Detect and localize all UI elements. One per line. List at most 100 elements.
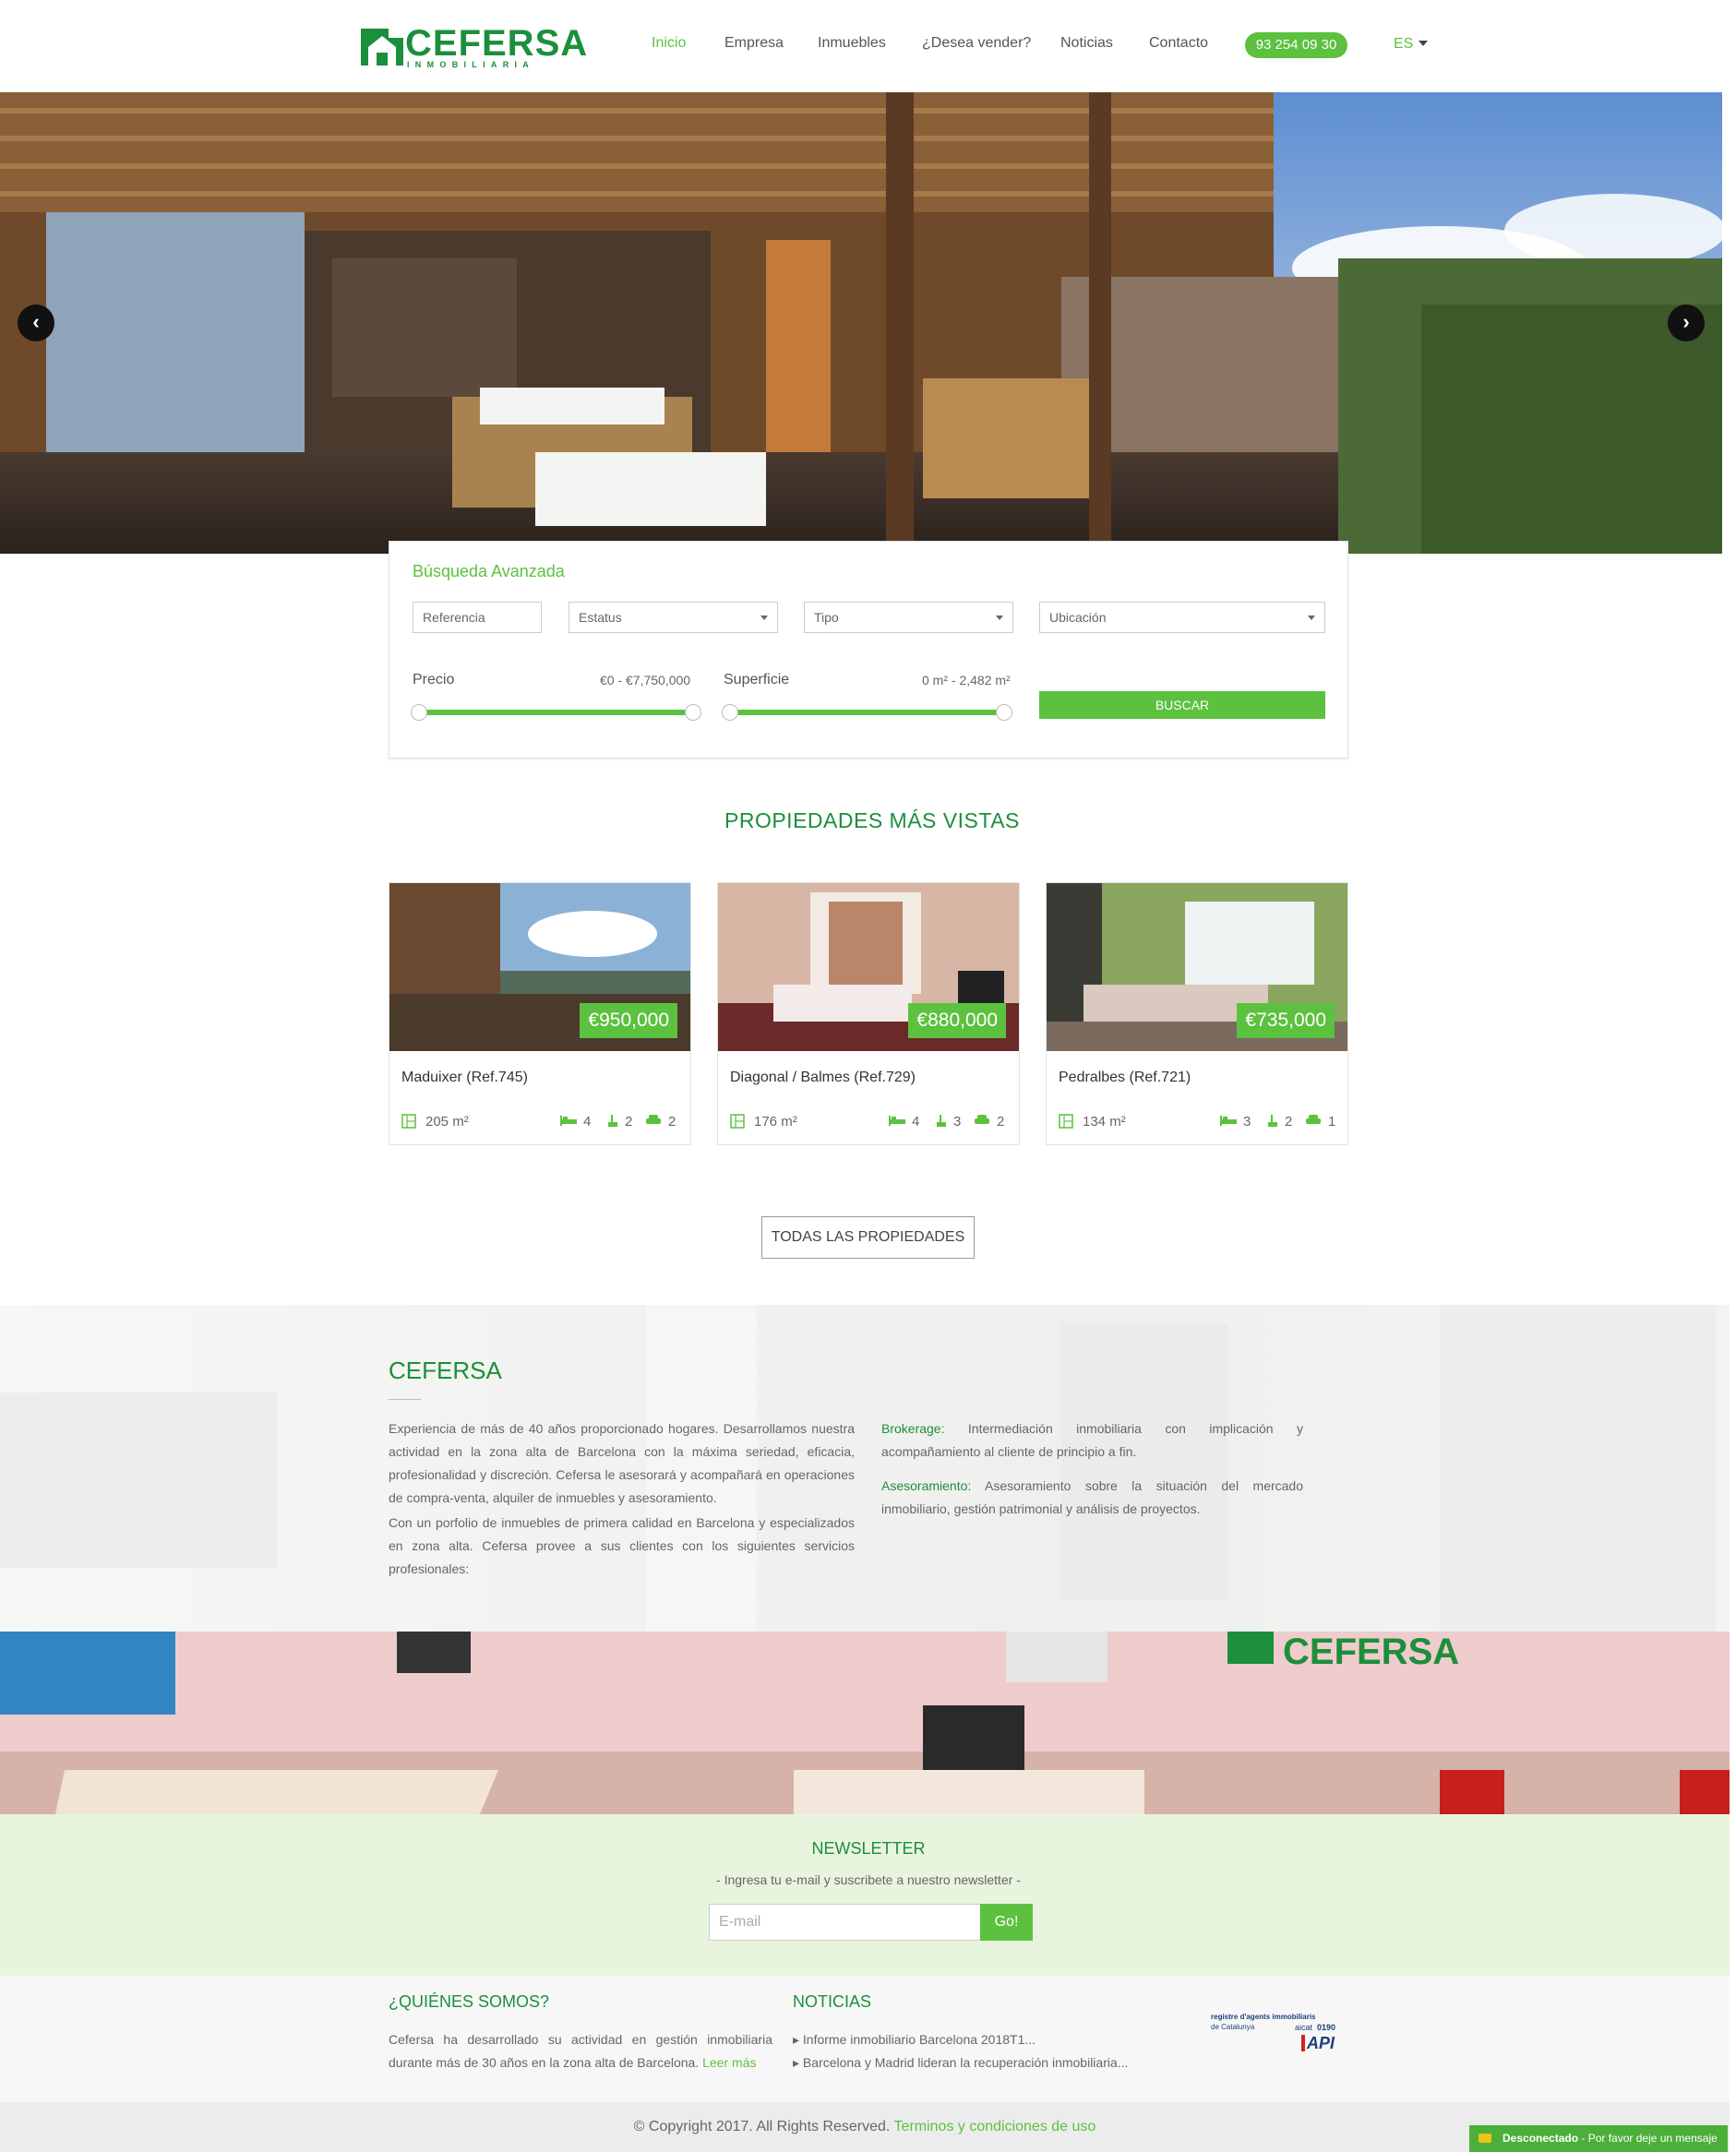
superficie-range: 0 m² - 2,482 m² <box>922 673 1011 687</box>
property-parking: 1 <box>1328 1114 1336 1130</box>
superficie-max-handle[interactable] <box>996 704 1012 721</box>
news-item[interactable]: ▸ Barcelona y Madrid lideran la recupera… <box>793 2051 1128 2074</box>
news-item-2: Barcelona y Madrid lideran la recuperaci… <box>802 2055 1129 2070</box>
all-properties-button[interactable]: TODAS LAS PROPIEDADES <box>761 1216 975 1259</box>
property-price: €735,000 <box>1237 1003 1335 1038</box>
chat-widget[interactable]: Desconectado - Por favor deje un mensaje <box>1469 2125 1728 2152</box>
dropdown-arrow-icon <box>760 616 768 620</box>
aicat-api-badge[interactable]: registre d'agents immobiliaris de Catalu… <box>1209 2013 1343 2068</box>
service-brokerage: Brokerage: Intermediación inmobiliaria c… <box>881 1417 1303 1464</box>
brokerage-label: Brokerage: <box>881 1421 945 1436</box>
property-area: 134 m² <box>1083 1114 1126 1130</box>
bed-icon <box>559 1114 578 1131</box>
office-image: CEFERSA <box>0 1632 1730 1814</box>
property-card[interactable]: €735,000 Pedralbes (Ref.721) 134 m² 3 2 … <box>1046 882 1348 1145</box>
property-name: Pedralbes (Ref.721) <box>1059 1070 1191 1085</box>
property-baths: 2 <box>1285 1114 1293 1130</box>
svg-text:CEFERSA: CEFERSA <box>1283 1632 1459 1672</box>
logo-name: CEFERSA <box>405 23 589 64</box>
service-asesoramiento: Asesoramiento: Asesoramiento sobre la si… <box>881 1475 1303 1521</box>
nav-inicio[interactable]: Inicio <box>652 35 686 52</box>
who-text: Cefersa ha desarrollado su actividad en … <box>389 2028 772 2074</box>
news-item-1: Informe inmobiliario Barcelona 2018T1... <box>802 2032 1036 2047</box>
nav-noticias[interactable]: Noticias <box>1060 35 1113 52</box>
badge-aicat: aicat <box>1295 2023 1313 2032</box>
buscar-button[interactable]: BUSCAR <box>1039 691 1325 719</box>
site-footer: ¿QUIÉNES SOMOS? Cefersa ha desarrollado … <box>0 1976 1730 2102</box>
referencia-placeholder: Referencia <box>423 610 485 625</box>
about-title: CEFERSA <box>389 1357 502 1384</box>
title-divider <box>389 1399 421 1400</box>
bath-icon <box>1266 1114 1279 1133</box>
tipo-select[interactable]: Tipo <box>804 602 1013 633</box>
badge-line1: registre d'agents immobiliaris <box>1211 2013 1316 2021</box>
language-label: ES <box>1394 36 1414 52</box>
newsletter-email-input[interactable]: E-mail <box>709 1904 981 1941</box>
estatus-select[interactable]: Estatus <box>569 602 778 633</box>
dropdown-arrow-icon <box>996 616 1003 620</box>
nav-inmuebles[interactable]: Inmuebles <box>818 35 886 52</box>
badge-number: 0190 <box>1317 2023 1336 2032</box>
newsletter-submit-button[interactable]: Go! <box>980 1904 1033 1941</box>
newsletter-subtitle: - Ingresa tu e-mail y suscribete a nuest… <box>716 1872 1021 1887</box>
precio-slider-track[interactable] <box>419 710 694 715</box>
nav-empresa[interactable]: Empresa <box>724 35 784 52</box>
precio-label: Precio <box>413 672 455 687</box>
property-card[interactable]: €880,000 Diagonal / Balmes (Ref.729) 176… <box>717 882 1020 1145</box>
property-parking: 2 <box>668 1114 676 1130</box>
advanced-search-panel: Búsqueda Avanzada Referencia Estatus Tip… <box>389 541 1348 759</box>
brokerage-text: Intermediación inmobiliaria con implicac… <box>881 1421 1304 1459</box>
chat-status: Desconectado <box>1503 2132 1579 2145</box>
area-icon <box>401 1114 416 1133</box>
ubicacion-select[interactable]: Ubicación <box>1039 602 1325 633</box>
area-icon <box>1059 1114 1073 1133</box>
tipo-value: Tipo <box>814 610 839 625</box>
search-title: Búsqueda Avanzada <box>413 562 565 580</box>
hero-slider[interactable]: ‹ › <box>0 92 1722 554</box>
slider-prev-button[interactable]: ‹ <box>18 305 54 341</box>
envelope-icon <box>1479 2134 1491 2143</box>
property-beds: 4 <box>583 1114 592 1130</box>
language-selector[interactable]: ES <box>1394 36 1429 53</box>
properties-title: PROPIEDADES MÁS VISTAS <box>724 808 1020 832</box>
who-title: ¿QUIÉNES SOMOS? <box>389 1992 550 2011</box>
superficie-label: Superficie <box>724 672 790 687</box>
slider-next-button[interactable]: › <box>1668 305 1705 341</box>
property-baths: 2 <box>625 1114 633 1130</box>
phone-button[interactable]: 93 254 09 30 <box>1245 32 1347 58</box>
nav-desea-vender[interactable]: ¿Desea vender? <box>922 35 1031 52</box>
property-price: €950,000 <box>580 1003 677 1038</box>
copyright-text: © Copyright 2017. All Rights Reserved. <box>633 2119 891 2134</box>
chat-text: Desconectado - Por favor deje un mensaje <box>1503 2125 1718 2152</box>
triangle-right-icon: ▸ <box>793 2032 803 2047</box>
precio-min-handle[interactable] <box>411 704 427 721</box>
newsletter-title: NEWSLETTER <box>811 1839 926 1858</box>
property-baths: 3 <box>953 1114 962 1130</box>
superficie-slider-track[interactable] <box>730 710 1005 715</box>
cefersa-logo[interactable]: CEFERSA INMOBILIARIA <box>361 23 587 69</box>
newsletter-section: NEWSLETTER - Ingresa tu e-mail y suscrib… <box>0 1814 1730 1976</box>
area-icon <box>730 1114 745 1133</box>
leer-mas-link[interactable]: Leer más <box>702 2055 756 2070</box>
badge-api: API <box>1301 2035 1335 2051</box>
property-card[interactable]: €950,000 Maduixer (Ref.745) 205 m² 4 2 2 <box>389 882 691 1145</box>
referencia-input[interactable]: Referencia <box>413 602 542 633</box>
precio-max-handle[interactable] <box>685 704 701 721</box>
nav-contacto[interactable]: Contacto <box>1149 35 1208 52</box>
precio-range: €0 - €7,750,000 <box>600 673 691 687</box>
news-item[interactable]: ▸ Informe inmobiliario Barcelona 2018T1.… <box>793 2028 1036 2051</box>
bath-icon <box>935 1114 948 1133</box>
logo-subtitle: INMOBILIARIA <box>407 60 535 69</box>
terms-link[interactable]: Terminos y condiciones de uso <box>894 2119 1096 2134</box>
bed-icon <box>1219 1114 1238 1131</box>
hero-image <box>0 92 1722 554</box>
car-icon <box>645 1114 662 1131</box>
superficie-min-handle[interactable] <box>722 704 738 721</box>
chevron-right-icon: › <box>1682 310 1690 333</box>
property-name: Maduixer (Ref.745) <box>401 1070 528 1085</box>
about-paragraph-1: Experiencia de más de 40 años proporcion… <box>389 1421 855 1505</box>
email-placeholder: E-mail <box>719 1914 761 1930</box>
property-parking: 2 <box>997 1114 1005 1130</box>
estatus-value: Estatus <box>579 610 622 625</box>
chevron-left-icon: ‹ <box>32 310 40 333</box>
